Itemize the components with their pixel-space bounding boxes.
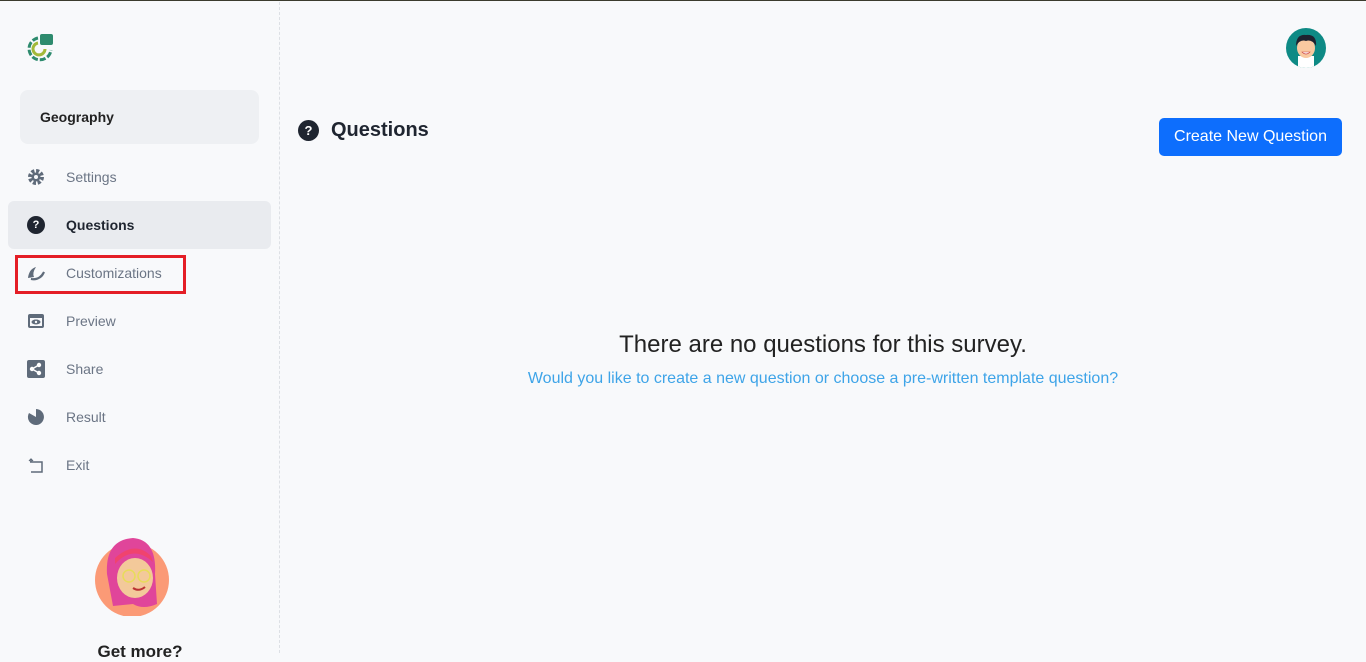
question-circle-icon: ? — [26, 215, 46, 235]
sidebar: Geography Settings ? Questions Customiza… — [0, 2, 280, 661]
page-title: ? Questions — [298, 119, 429, 142]
sidebar-item-exit[interactable]: Exit — [8, 441, 271, 489]
sidebar-item-label: Questions — [66, 217, 135, 233]
exit-icon — [26, 455, 46, 475]
create-new-question-button[interactable]: Create New Question — [1159, 118, 1342, 156]
create-or-template-link[interactable]: Would you like to create a new question … — [280, 370, 1366, 388]
sidebar-item-settings[interactable]: Settings — [8, 153, 271, 201]
empty-state-message: There are no questions for this survey. — [619, 331, 1027, 358]
question-circle-icon: ? — [298, 120, 319, 141]
highlight-box — [15, 255, 186, 294]
sidebar-item-label: Exit — [66, 457, 90, 473]
survey-name[interactable]: Geography — [20, 90, 259, 144]
sidebar-item-label: Share — [66, 361, 104, 377]
pie-chart-icon — [26, 407, 46, 427]
sidebar-item-questions[interactable]: ? Questions — [8, 201, 271, 249]
promo-avatar-illustration — [95, 538, 169, 616]
sidebar-item-result[interactable]: Result — [8, 393, 271, 441]
sidebar-item-label: Result — [66, 409, 106, 425]
promo-title: Get more? — [97, 642, 183, 661]
eye-icon — [26, 311, 46, 331]
sidebar-item-preview[interactable]: Preview — [8, 297, 271, 345]
share-icon — [26, 359, 46, 379]
sidebar-item-label: Settings — [66, 169, 117, 185]
page-title-text: Questions — [331, 119, 429, 141]
sidebar-item-share[interactable]: Share — [8, 345, 271, 393]
gear-icon — [26, 167, 46, 187]
app-logo[interactable] — [24, 32, 56, 64]
sidebar-item-label: Preview — [66, 313, 116, 329]
user-avatar[interactable] — [1286, 28, 1326, 68]
